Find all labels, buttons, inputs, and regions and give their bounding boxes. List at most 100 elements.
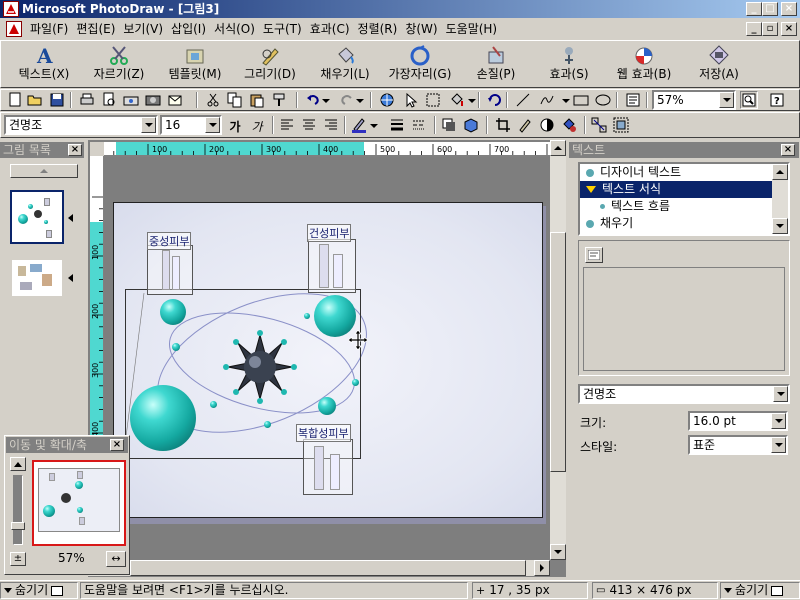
camera-button[interactable] [144, 91, 162, 109]
tree-scrollbar[interactable] [772, 164, 788, 234]
paste-button[interactable] [248, 91, 266, 109]
menu-help[interactable]: 도움말(H) [442, 20, 502, 38]
panel-size-combo[interactable]: 16.0 pt [688, 411, 788, 431]
zoom-fit-button[interactable] [740, 91, 758, 109]
maximize-button[interactable]: □ [762, 2, 778, 16]
pointer-button[interactable] [402, 91, 420, 109]
web-effects-tool-button[interactable]: 웹 효과(B) [610, 44, 678, 86]
product-image-combination[interactable] [303, 439, 353, 495]
menu-file[interactable]: 파일(F) [26, 20, 72, 38]
print-preview-button[interactable] [100, 91, 118, 109]
picture-thumbnail-2[interactable] [12, 260, 62, 296]
save-button[interactable] [48, 91, 66, 109]
picture-list-scroll-up[interactable] [10, 164, 78, 178]
align-right-button[interactable] [322, 116, 340, 134]
crop-tool-button[interactable]: 자르기(Z) [86, 44, 152, 86]
zoom-combo[interactable]: 57% [652, 90, 736, 110]
bold-button[interactable]: 가 [226, 117, 244, 135]
pan-zoom-slider-track[interactable] [13, 475, 23, 545]
format-painter-button[interactable] [270, 91, 288, 109]
panel-style-combo[interactable]: 표준 [688, 435, 788, 455]
text-panel-close-button[interactable]: × [781, 144, 795, 156]
pen-color-button[interactable] [350, 116, 368, 134]
fill-button[interactable] [448, 91, 466, 109]
sphere-top-left[interactable] [160, 299, 186, 325]
tree-item-designer-text[interactable]: 디자이너 텍스트 [580, 164, 788, 181]
pan-zoom-out-button[interactable]: ± [10, 552, 26, 566]
picture-thumbnail-1[interactable] [10, 190, 64, 244]
doc-icon[interactable] [6, 21, 22, 37]
web-button[interactable] [378, 91, 396, 109]
open-button[interactable] [26, 91, 44, 109]
shadow-button[interactable] [440, 116, 458, 134]
preview-tool-button[interactable] [585, 247, 603, 263]
save-tool-button[interactable]: 저장(A) [688, 44, 750, 86]
3d-button[interactable] [462, 116, 480, 134]
doc-minimize-button[interactable]: _ [746, 22, 762, 36]
label-neutral-skin[interactable]: 중성피부 [147, 232, 192, 250]
transparency-button[interactable] [538, 116, 556, 134]
size-combo[interactable]: 16 [160, 115, 222, 135]
menu-tools[interactable]: 도구(T) [259, 20, 306, 38]
touchup-tool-button[interactable]: 손질(P) [466, 44, 526, 86]
align-center-button[interactable] [300, 116, 318, 134]
menu-edit[interactable]: 편집(E) [72, 20, 119, 38]
line-weight-button[interactable] [388, 116, 406, 134]
pan-zoom-fit-button[interactable]: ↔ [106, 551, 126, 567]
pan-zoom-in-button[interactable] [10, 457, 26, 471]
group-button[interactable] [590, 116, 608, 134]
undo-button[interactable] [304, 91, 322, 109]
text-tool-button[interactable]: A 텍스트(X) [12, 44, 76, 86]
label-combination-skin[interactable]: 복합성피부 [296, 424, 351, 442]
canvas-vscroll-thumb[interactable] [550, 232, 566, 472]
menu-effects[interactable]: 효과(C) [306, 20, 354, 38]
hide-panel-button[interactable]: 숨기기 [720, 582, 800, 599]
tree-item-fill[interactable]: 채우기 [580, 215, 788, 232]
canvas-hscroll-thumb[interactable] [130, 560, 526, 576]
app-icon[interactable] [3, 1, 19, 17]
menu-insert[interactable]: 삽입(I) [167, 20, 210, 38]
doc-restore-button[interactable]: ▫ [762, 22, 778, 36]
label-dry-skin[interactable]: 건성피부 [307, 224, 352, 242]
hide-picture-list-button[interactable]: 숨기기 [0, 582, 78, 599]
rectangle-button[interactable] [572, 91, 590, 109]
sphere-large[interactable] [130, 385, 196, 451]
menu-format[interactable]: 서식(O) [210, 20, 259, 38]
rotate-button[interactable] [486, 91, 504, 109]
dropdown-arrow-icon[interactable] [370, 124, 378, 128]
dropdown-arrow-icon[interactable] [356, 99, 364, 103]
tree-item-text-flow[interactable]: 텍스트 흐름 [580, 198, 788, 215]
select-region-button[interactable] [424, 91, 442, 109]
color-fill-button[interactable] [560, 116, 578, 134]
menu-view[interactable]: 보기(V) [119, 20, 167, 38]
panel-font-combo[interactable]: 견명조 [578, 384, 790, 404]
doc-close-button[interactable]: × [781, 22, 797, 36]
new-button[interactable] [6, 91, 24, 109]
dropdown-arrow-icon[interactable] [468, 99, 476, 103]
dropdown-arrow-icon[interactable] [562, 99, 570, 103]
central-star-object[interactable] [220, 327, 300, 407]
redo-button[interactable] [338, 91, 356, 109]
edge-tool-button[interactable]: 가장자리(G) [384, 44, 456, 86]
crop-button[interactable] [494, 116, 512, 134]
canvas-scroll-up-button[interactable] [550, 140, 566, 156]
picture-list-close-button[interactable]: × [68, 144, 82, 156]
line-button[interactable] [514, 91, 532, 109]
dropdown-arrow-icon[interactable] [322, 99, 330, 103]
scan-button[interactable] [122, 91, 140, 109]
sphere-bottom-right[interactable] [318, 397, 336, 415]
canvas-scroll-right-button[interactable] [534, 560, 550, 576]
cut-button[interactable] [204, 91, 222, 109]
italic-button[interactable]: 가 [248, 117, 266, 135]
curve-button[interactable] [538, 91, 556, 109]
dash-style-button[interactable] [410, 116, 428, 134]
close-button[interactable]: × [781, 2, 797, 16]
template-tool-button[interactable]: 템플릿(M) [162, 44, 228, 86]
product-image-neutral[interactable] [147, 245, 193, 295]
pan-zoom-slider-thumb[interactable] [11, 522, 25, 530]
minimize-button[interactable]: _ [746, 2, 762, 16]
menu-arrange[interactable]: 정렬(R) [354, 20, 402, 38]
text-frame-button[interactable] [624, 91, 642, 109]
align-left-button[interactable] [278, 116, 296, 134]
print-button[interactable] [78, 91, 96, 109]
